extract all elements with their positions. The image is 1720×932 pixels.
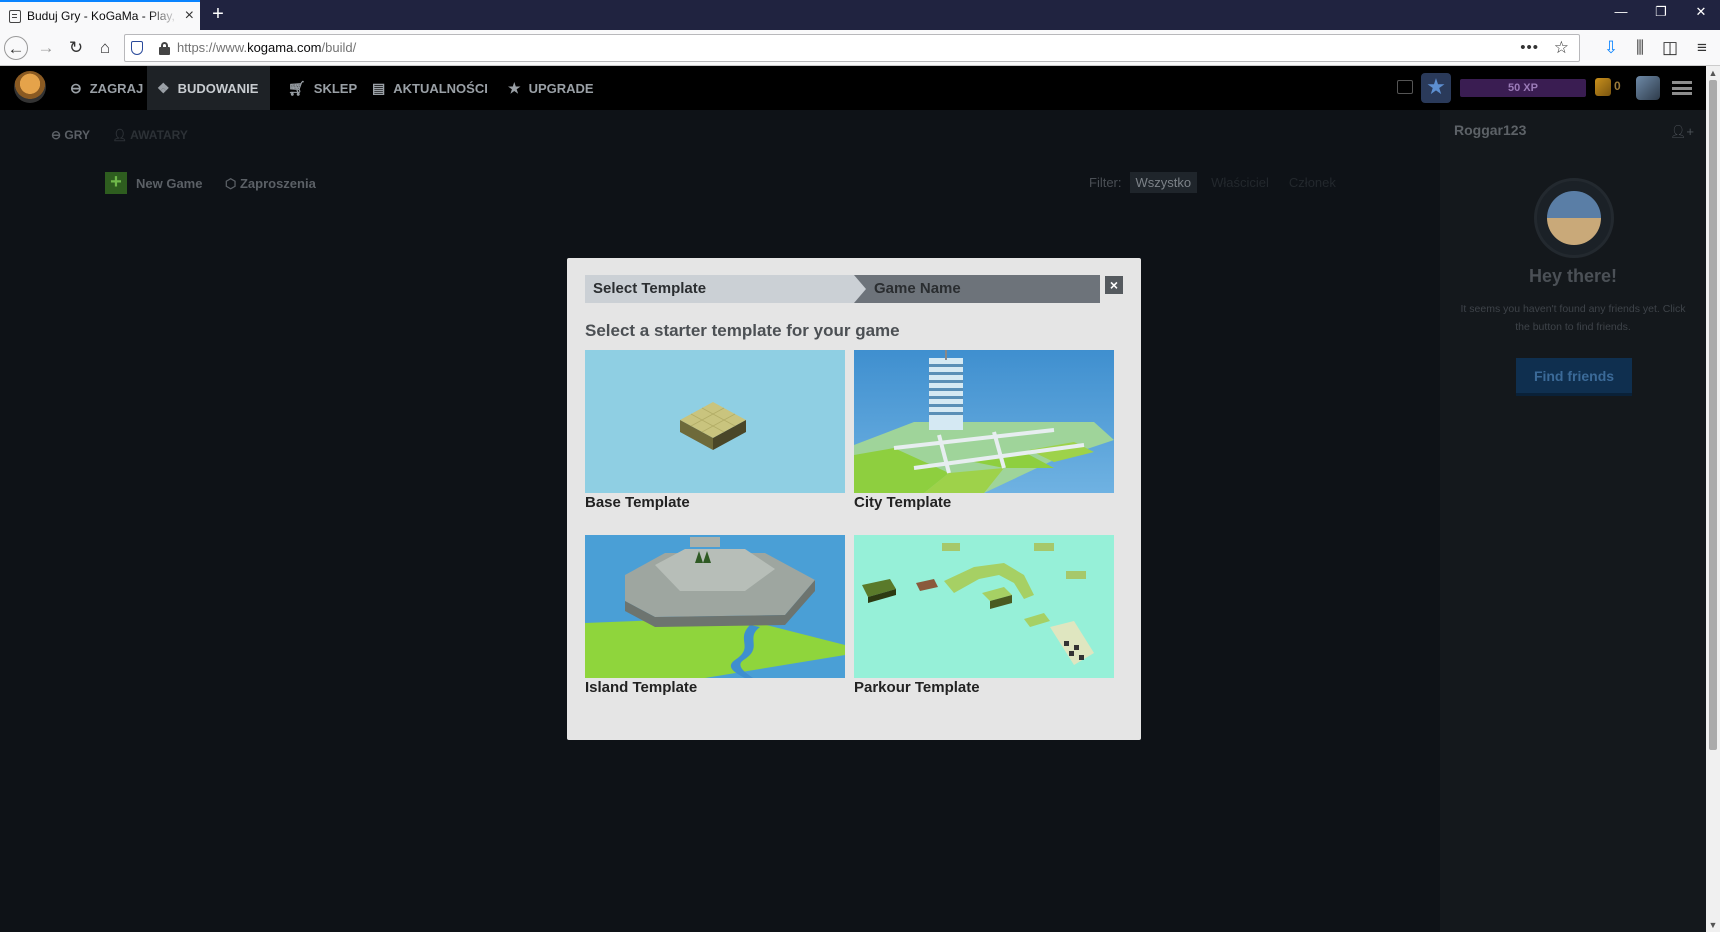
username: Roggar123 [1454,122,1527,138]
new-game-button[interactable]: + New Game [105,172,202,194]
invites-link[interactable]: ⬡ Zaproszenia [225,176,316,192]
nav-sklep[interactable]: 🛒︎ SKLEP [284,66,361,110]
nav-upgrade[interactable]: ★ UPGRADE [504,66,598,110]
library-icon[interactable]: ⫼ [1628,36,1652,60]
scroll-down-icon[interactable]: ▼ [1706,918,1720,932]
downloads-icon[interactable]: ⇩ [1599,36,1623,60]
browser-tab-bar: Buduj Gry - KoGaMa - Play, Create And Sh… [0,0,1720,30]
nav-budowanie[interactable]: ❖ BUDOWANIE [147,66,271,110]
template-island[interactable]: Island Template [585,535,845,696]
filter-owner[interactable]: Właściciel [1205,172,1275,193]
page-actions-icon[interactable]: ••• [1520,35,1539,61]
step-select-template: Select Template [585,275,855,303]
friends-empty-message: It seems you haven't found any friends y… [1460,303,1686,333]
add-friend-icon[interactable]: 👤︎+ [1670,124,1694,140]
scroll-up-icon[interactable]: ▲ [1706,66,1720,80]
create-game-modal: Select Template Game Name × Select a sta… [567,258,1141,740]
xp-bar[interactable]: 50 XP [1460,79,1586,97]
star-icon: ★ [508,79,521,96]
user-icon: 👤︎ [112,128,131,142]
close-window-icon[interactable]: ✕ [1686,4,1716,20]
template-base[interactable]: Base Template [585,350,845,511]
hamburger-menu-icon[interactable] [1672,81,1692,95]
nav-aktualnosci[interactable]: ▤ AKTUALNOŚCI [368,66,492,110]
close-modal-icon[interactable]: × [1105,276,1123,294]
level-badge-icon[interactable]: ★ [1421,73,1451,103]
template-label: City Template [854,494,952,511]
tracking-protection-icon[interactable] [131,41,143,55]
minimize-window-icon[interactable]: — [1606,4,1636,19]
template-label: Base Template [585,494,690,511]
cart-icon: 🛒︎ [288,79,306,96]
close-tab-icon[interactable]: × [185,7,194,25]
modal-heading: Select a starter template for your game [585,321,900,340]
city-template-thumbnail [854,350,1114,493]
gold-icon[interactable] [1595,78,1611,96]
sidebar-toggle-icon[interactable]: ◫ [1658,36,1682,60]
subnav-games[interactable]: ⊖ GRY [51,128,90,142]
gold-count: 0 [1614,79,1621,93]
profile-avatar[interactable] [1636,76,1660,100]
browser-navigation-bar: ← → ↻ ⌂ https://www.kogama.com/build/ ••… [0,30,1720,66]
parkour-template-thumbnail [854,535,1114,678]
browser-menu-icon[interactable]: ≡ [1690,36,1714,60]
template-label: Parkour Template [854,679,980,696]
friends-greeting: Hey there! [1528,266,1618,286]
back-icon[interactable]: ← [4,36,28,60]
filter-all[interactable]: Wszystko [1129,172,1198,193]
tab-title: Buduj Gry - KoGaMa - Play, Create And Sh… [27,9,179,23]
news-icon: ▤ [372,79,386,96]
page-favicon-icon [9,9,21,23]
filter-bar: Filter: Wszystko Właściciel Członek [1089,172,1342,193]
bookmark-star-icon[interactable]: ☆ [1554,35,1569,61]
scrollbar-thumb[interactable] [1709,80,1717,750]
gamepad-icon: ⊖ [51,128,65,142]
cubes-icon: ❖ [157,79,170,96]
step-game-name: Game Name [854,275,1100,303]
chat-icon[interactable] [1397,80,1413,94]
template-label: Island Template [585,679,698,696]
filter-label: Filter: [1089,175,1122,190]
forward-icon[interactable]: → [34,36,58,60]
nav-zagraj[interactable]: ⊖ ZAGRAJ [62,66,151,110]
base-template-thumbnail [585,350,845,493]
browser-tab[interactable]: Buduj Gry - KoGaMa - Play, Create And Sh… [0,0,200,30]
template-parkour[interactable]: Parkour Template [854,535,1114,696]
subnav-avatars[interactable]: 👤︎ AWATARY [112,128,188,142]
cube-icon: ⬡ [225,176,240,191]
address-bar[interactable]: https://www.kogama.com/build/ ••• ☆ [124,34,1580,62]
plus-icon: + [105,172,127,194]
template-city[interactable]: City Template [854,350,1114,511]
friends-sidebar: Roggar123 👤︎+ Hey there! It seems you ha… [1440,110,1706,932]
page-scrollbar[interactable]: ▲ ▼ [1706,66,1720,932]
url-text: https://www.kogama.com/build/ [177,40,357,55]
restore-window-icon[interactable]: ❐ [1646,4,1676,20]
lock-icon[interactable] [159,42,170,55]
island-template-thumbnail [585,535,845,678]
kogama-logo[interactable] [14,71,46,103]
reload-icon[interactable]: ↻ [64,36,88,60]
gamepad-icon: ⊖ [70,79,82,96]
home-icon[interactable]: ⌂ [93,36,117,60]
avatar [1534,178,1614,258]
site-header: ⊖ ZAGRAJ ❖ BUDOWANIE 🛒︎ SKLEP ▤ AKTUALNOŚCI … [0,66,1706,110]
filter-member[interactable]: Członek [1283,172,1342,193]
find-friends-button[interactable]: Find friends [1516,358,1632,396]
new-tab-icon[interactable]: + [206,3,230,26]
